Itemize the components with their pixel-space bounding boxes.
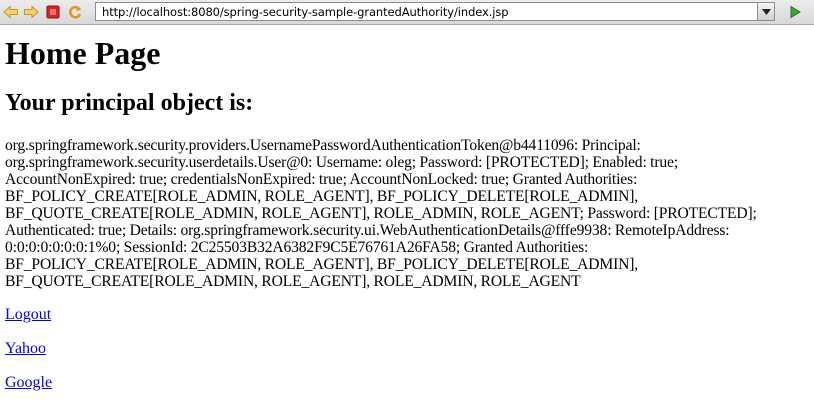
page-content: Home Page Your principal object is: org.… [5,24,811,392]
logout-link[interactable]: Logout [5,306,51,323]
yahoo-paragraph: Yahoo [5,340,811,358]
reload-icon[interactable] [66,3,84,21]
url-bar[interactable]: http://localhost:8080/spring-security-sa… [95,2,775,21]
browser-toolbar: http://localhost:8080/spring-security-sa… [0,0,814,25]
principal-text: org.springframework.security.providers.U… [5,137,757,290]
go-arrow-icon[interactable] [786,3,804,21]
google-paragraph: Google [5,374,811,392]
page-subtitle: Your principal object is: [5,90,254,116]
url-dropdown-button[interactable] [757,3,774,20]
forward-arrow-icon[interactable] [22,3,40,21]
chevron-down-icon [761,8,771,15]
stop-icon[interactable] [44,3,62,21]
yahoo-link[interactable]: Yahoo [5,340,46,357]
page-title: Home Page [5,35,161,71]
logout-paragraph: Logout [5,306,811,324]
back-arrow-icon[interactable] [2,3,20,21]
url-text[interactable]: http://localhost:8080/spring-security-sa… [102,5,509,19]
google-link[interactable]: Google [5,374,52,391]
